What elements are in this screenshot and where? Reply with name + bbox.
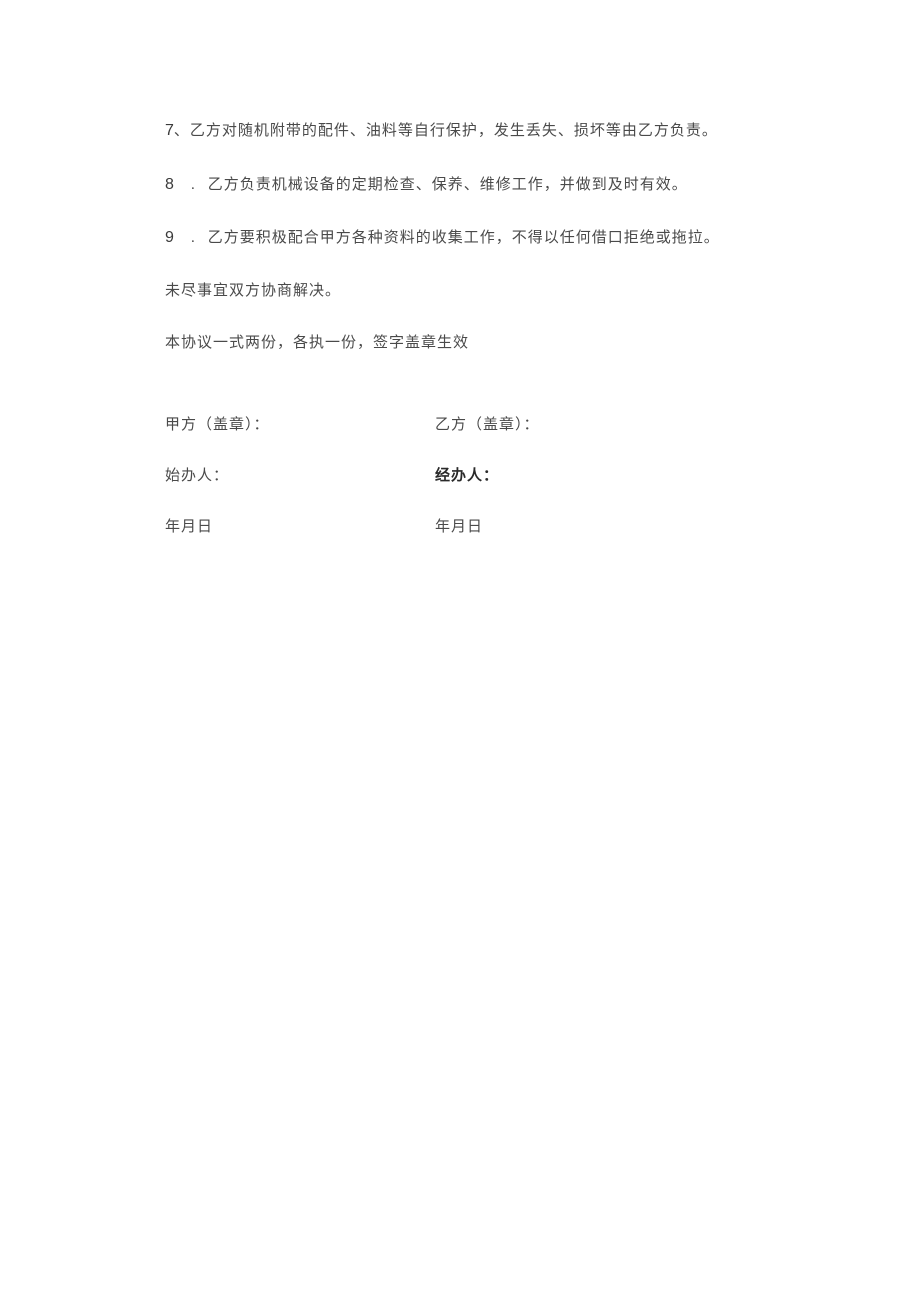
body-line-1: 未尽事宜双方协商解决。	[165, 279, 755, 303]
clause-9-text: 乙方要积极配合甲方各种资料的收集工作，不得以任何借口拒绝或拖拉。	[208, 226, 720, 250]
clause-9: 9. 乙方要积极配合甲方各种资料的收集工作，不得以任何借口拒绝或拖拉。	[165, 225, 755, 251]
clause-8-sep: .	[191, 173, 196, 197]
body-line-2: 本协议一式两份，各执一份，签字盖章生效	[165, 331, 755, 355]
signature-row-date: 年月日 年月日	[165, 515, 755, 536]
clause-8: 8. 乙方负责机械设备的定期检查、保养、维修工作，并做到及时有效。	[165, 172, 755, 198]
clause-9-number: 9	[165, 225, 179, 251]
signature-row-seal: 甲方（盖章）： 乙方（盖章）：	[165, 413, 755, 434]
clause-7-text: 乙方对随机附带的配件、油料等自行保护，发生丢失、损坏等由乙方负责。	[190, 123, 718, 139]
clause-7: 7、乙方对随机附带的配件、油料等自行保护，发生丢失、损坏等由乙方负责。	[165, 118, 755, 144]
signature-block: 甲方（盖章）： 乙方（盖章）： 始办人： 经办人： 年月日 年月日	[165, 413, 755, 536]
handler-b: 经办人：	[435, 464, 755, 485]
party-a-seal: 甲方（盖章）：	[165, 413, 435, 434]
date-b: 年月日	[435, 515, 755, 536]
clause-7-sep: 、	[174, 123, 190, 139]
clause-8-text: 乙方负责机械设备的定期检查、保养、维修工作，并做到及时有效。	[208, 173, 688, 197]
party-b-seal: 乙方（盖章）：	[435, 413, 755, 434]
clause-8-number: 8	[165, 172, 179, 198]
handler-a: 始办人：	[165, 464, 435, 485]
document-page: 7、乙方对随机附带的配件、油料等自行保护，发生丢失、损坏等由乙方负责。 8. 乙方…	[0, 0, 920, 536]
clause-9-sep: .	[191, 226, 196, 250]
clause-7-number: 7	[165, 122, 174, 139]
signature-row-handler: 始办人： 经办人：	[165, 464, 755, 485]
date-a: 年月日	[165, 515, 435, 536]
